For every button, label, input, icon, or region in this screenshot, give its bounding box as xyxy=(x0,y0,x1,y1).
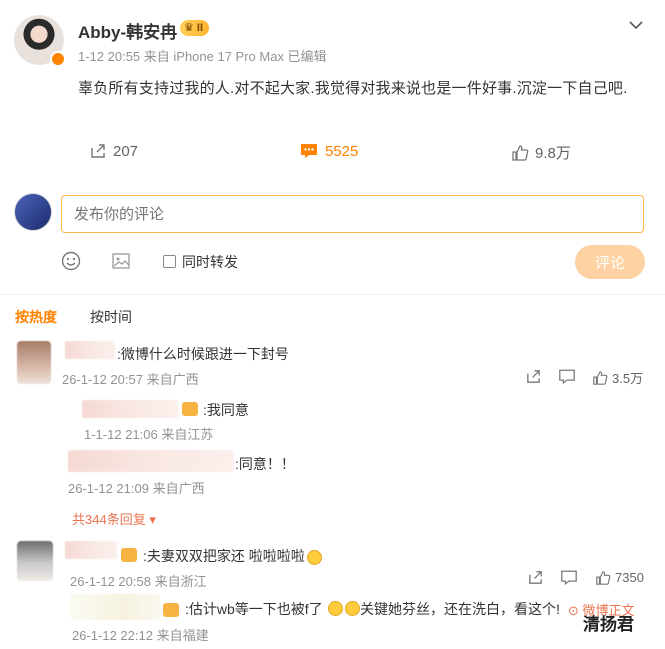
like-count: 9.8万 xyxy=(535,145,571,162)
commenter-avatar[interactable] xyxy=(17,341,51,384)
crown-emoji-icon xyxy=(163,603,179,617)
repost-checkbox[interactable] xyxy=(163,255,176,268)
submit-comment-button[interactable]: 评论 xyxy=(575,245,645,279)
tab-sort-time[interactable]: 按时间 xyxy=(90,307,132,327)
emoji-icon[interactable] xyxy=(61,251,81,271)
comment-text: :微博什么时候跟进一下封号 xyxy=(117,346,289,362)
post-meta: 1-12 20:55 来自 iPhone 17 Pro Max 已编辑 xyxy=(78,49,327,64)
reply-username[interactable] xyxy=(70,594,160,620)
commenter-avatar[interactable] xyxy=(17,541,53,581)
like-button[interactable]: 9.8万 xyxy=(511,142,571,163)
comment-like-button[interactable]: 3.5万 xyxy=(592,368,643,387)
reply-text: :同意！！ xyxy=(235,456,295,472)
comment-text-tail: 啦啦啦啦 xyxy=(248,548,305,564)
tab-sort-hot[interactable]: 按热度 xyxy=(15,307,57,327)
image-icon[interactable] xyxy=(111,251,131,271)
crying-emoji-icon xyxy=(345,601,360,616)
comment-icon xyxy=(299,142,319,160)
my-avatar xyxy=(14,193,52,231)
triangle-down-icon: ▾ xyxy=(149,512,156,527)
repost-label: 同时转发 xyxy=(182,254,238,270)
reply-text-part2: 关键她芬丝，还在洗白，看这个! xyxy=(360,601,560,617)
vip-badge-level: II xyxy=(196,22,204,34)
reply-time: 26-1-12 21:09 来自广西 xyxy=(68,481,205,496)
comment-share-icon[interactable] xyxy=(527,569,544,587)
divider xyxy=(0,294,665,295)
post-username[interactable]: Abby-韩安冉 xyxy=(78,18,177,43)
watermark: 清扬君 xyxy=(583,615,634,634)
expand-replies-link[interactable]: 共344条回复 ▾ xyxy=(72,509,156,528)
comment-like-count: 7350 xyxy=(615,569,644,585)
comment-button[interactable]: 5525 xyxy=(299,142,358,160)
comment-time: 26-1-12 20:58 来自浙江 xyxy=(70,574,207,589)
crying-emoji-icon xyxy=(328,601,343,616)
reply-username[interactable] xyxy=(68,450,234,472)
comment-like-button[interactable]: 7350 xyxy=(595,569,644,586)
commenter-name[interactable] xyxy=(65,341,115,359)
comment-share-icon[interactable] xyxy=(525,368,542,386)
chevron-down-icon[interactable] xyxy=(628,16,644,34)
reply-text-part1: :估计wb等一下也被f了 xyxy=(185,601,323,617)
reply-time: 26-1-12 22:12 来自福建 xyxy=(72,628,209,643)
comment-time: 26-1-12 20:57 来自广西 xyxy=(62,372,199,387)
comment-count: 5525 xyxy=(325,142,359,160)
repost-button[interactable]: 207 xyxy=(89,142,138,160)
link-icon: ⊙ xyxy=(568,603,579,618)
comment-text-main: :夫妻双双把家还 xyxy=(143,548,249,564)
comment-like-count: 3.5万 xyxy=(612,371,644,386)
share-icon xyxy=(89,142,107,160)
reply-username[interactable] xyxy=(82,400,178,418)
expand-replies-label: 共344条回复 xyxy=(72,512,146,527)
laughing-emoji-icon xyxy=(306,549,322,565)
comment-text: :夫妻双双把家还 啦啦啦啦 xyxy=(143,546,324,566)
crown-emoji-icon xyxy=(121,548,137,562)
verified-badge-icon xyxy=(50,51,66,67)
thumbs-up-icon xyxy=(595,569,611,586)
reply-time: 1-1-12 21:06 来自江苏 xyxy=(84,427,214,442)
comment-input[interactable] xyxy=(61,195,644,233)
post-text: 辜负所有支持过我的人.对不起大家.我觉得对我来说也是一件好事.沉淀一下自己吧. xyxy=(78,80,628,97)
comment-reply-icon[interactable] xyxy=(558,368,576,386)
commenter-name[interactable] xyxy=(65,541,117,559)
comment-reply-icon[interactable] xyxy=(560,569,578,587)
repost-count: 207 xyxy=(113,142,139,160)
thumbs-up-icon xyxy=(592,369,608,386)
reply-text: :我同意 xyxy=(203,402,249,418)
crown-emoji-icon xyxy=(182,402,198,416)
vip-badge: ♛ II xyxy=(180,20,210,36)
thumbs-up-icon xyxy=(511,143,529,161)
